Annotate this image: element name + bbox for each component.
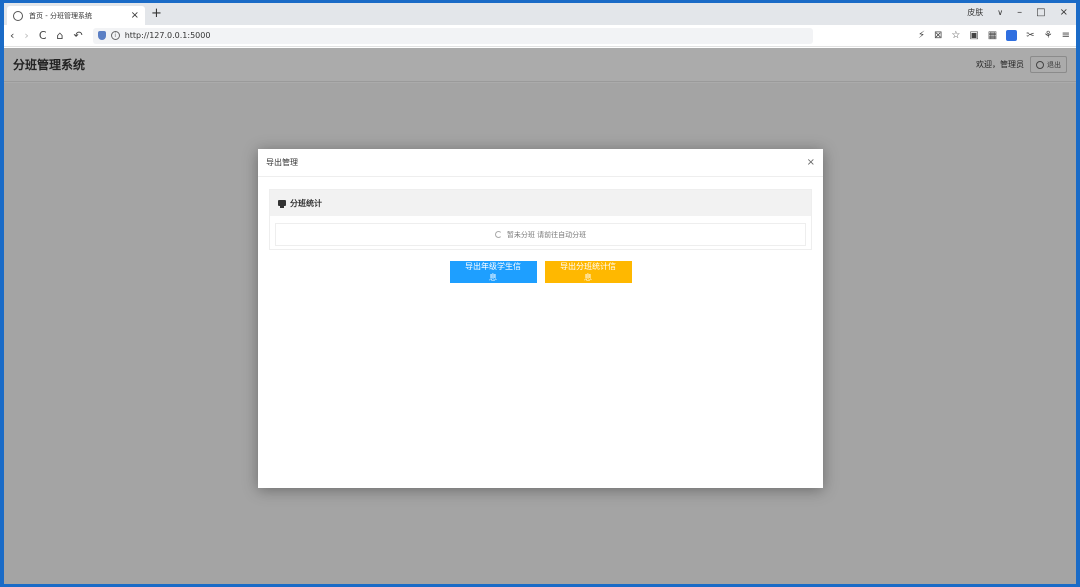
window-controls: 皮肤 ∨ – □ × [967, 7, 1068, 19]
info-icon[interactable]: i [110, 31, 120, 40]
monitor-icon [278, 200, 286, 208]
extension-icon[interactable] [1006, 30, 1018, 41]
panel-title: 分班统计 [290, 198, 322, 208]
scissors-icon[interactable]: ✂ [1026, 29, 1034, 43]
menu-icon[interactable]: ≡ [1062, 29, 1070, 43]
home-icon[interactable]: ⌂ [57, 29, 64, 43]
browser-window: 首页 - 分班管理系统 × + 皮肤 ∨ – □ × ‹ › C ⌂ ↶ i h… [4, 3, 1076, 584]
tab-close-icon[interactable]: × [131, 10, 139, 21]
browser-tab-home[interactable]: 首页 - 分班管理系统 × [7, 6, 145, 25]
maximize-button[interactable]: □ [1036, 7, 1045, 19]
export-modal: 导出管理 × 分班统计 暂未分班 请前往自动分班 导出年级学生信息 导出分班统计… [258, 149, 823, 488]
chevron-down-icon[interactable]: ∨ [997, 7, 1003, 19]
undo-icon[interactable]: ↶ [73, 29, 82, 43]
close-icon[interactable]: × [807, 157, 815, 168]
button-row: 导出年级学生信息 导出分班统计信息 [258, 261, 823, 283]
window-close-button[interactable]: × [1060, 7, 1068, 19]
panel-header: 分班统计 [270, 190, 811, 216]
download-icon[interactable]: ⚘ [1044, 29, 1053, 43]
skin-menu[interactable]: 皮肤 [967, 7, 983, 19]
export-stats-button[interactable]: 导出分班统计信息 [544, 261, 632, 283]
status-box: 暂未分班 请前往自动分班 [275, 223, 806, 246]
modal-title: 导出管理 [266, 158, 298, 167]
reload-icon[interactable]: C [39, 29, 47, 43]
tab-title: 首页 - 分班管理系统 [29, 11, 92, 20]
grid-icon[interactable]: ▦ [988, 29, 997, 43]
new-tab-button[interactable]: + [151, 6, 162, 22]
star-icon[interactable]: ☆ [951, 29, 960, 43]
status-text: 暂未分班 请前往自动分班 [506, 230, 587, 239]
store-icon[interactable]: ▣ [969, 29, 978, 43]
loading-icon [494, 231, 502, 238]
class-stats-panel: 分班统计 暂未分班 请前往自动分班 [269, 189, 812, 250]
modal-header: 导出管理 × [258, 149, 823, 177]
toolbar-right: ⚡ ⊠ ☆ ▣ ▦ ✂ ⚘ ≡ [918, 29, 1070, 43]
page: 分班管理系统 欢迎，管理员 退出 导出管理 × 分班统计 暂未分班 请前往自动分… [4, 48, 1076, 584]
address-bar[interactable]: i http://127.0.0.1:5000 [92, 27, 813, 44]
shield-icon [97, 31, 106, 40]
globe-icon [13, 10, 23, 21]
tab-strip: 首页 - 分班管理系统 × + 皮肤 ∨ – □ × [4, 3, 1076, 25]
lightning-icon[interactable]: ⚡ [918, 29, 925, 43]
export-students-button[interactable]: 导出年级学生信息 [449, 261, 537, 283]
browser-toolbar: ‹ › C ⌂ ↶ i http://127.0.0.1:5000 ⚡ ⊠ ☆ … [4, 25, 1076, 47]
minimize-button[interactable]: – [1017, 7, 1022, 19]
forward-icon[interactable]: › [24, 29, 28, 43]
nav-buttons: ‹ › C ⌂ ↶ [10, 29, 83, 43]
url-text[interactable]: http://127.0.0.1:5000 [125, 31, 211, 40]
screenshot-icon[interactable]: ⊠ [934, 29, 942, 43]
back-icon[interactable]: ‹ [10, 29, 14, 43]
